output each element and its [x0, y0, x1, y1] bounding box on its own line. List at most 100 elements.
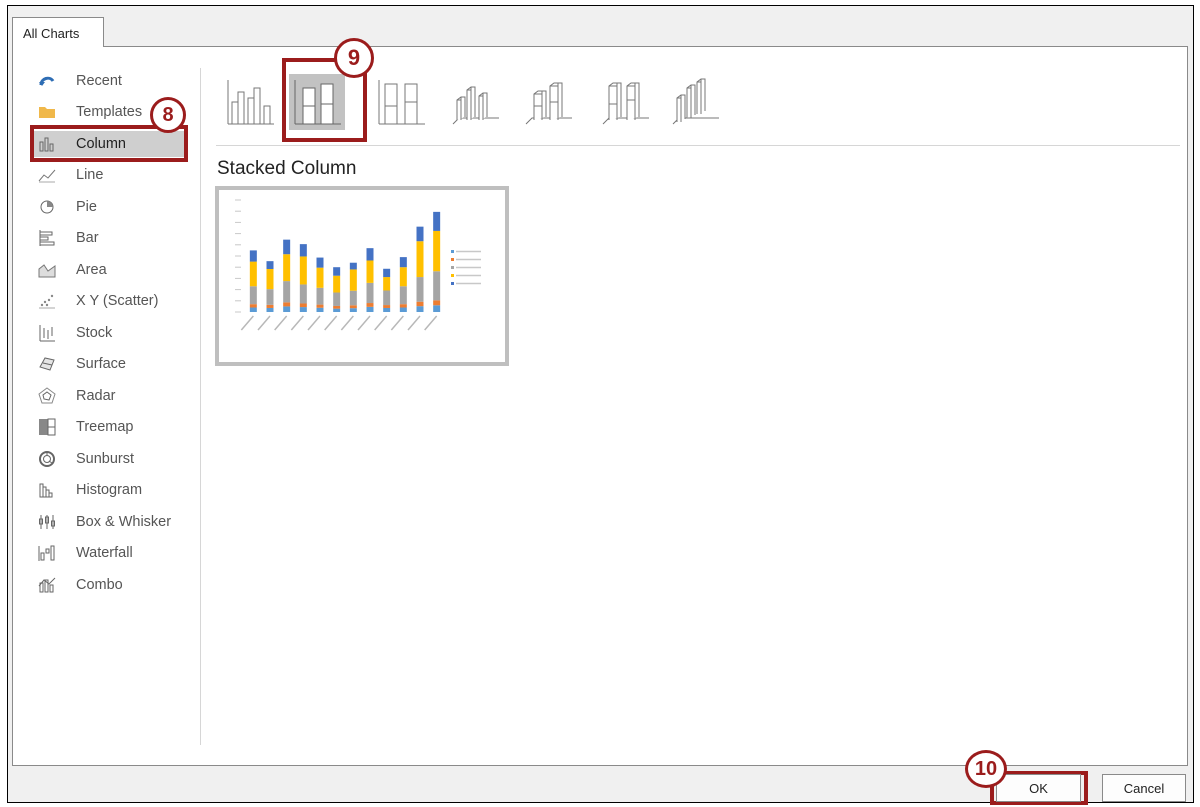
x-tick-label — [424, 315, 438, 331]
chart-preview[interactable] — [215, 186, 509, 366]
bar-segment — [349, 269, 357, 291]
subtype-3d-stacked-column[interactable] — [520, 74, 576, 130]
sidebar-item-bar[interactable]: Bar — [38, 225, 198, 251]
folder-icon — [38, 103, 56, 121]
subtype-3d-column[interactable] — [667, 74, 723, 130]
bar-segment — [399, 307, 407, 312]
sidebar-item-label: Line — [76, 167, 104, 183]
bar-segment — [383, 268, 391, 278]
sidebar-item-label: X Y (Scatter) — [76, 293, 159, 309]
sidebar-item-stock[interactable]: Stock — [38, 320, 198, 346]
sidebar-item-waterfall[interactable]: Waterfall — [38, 540, 198, 566]
sidebar-item-label: Surface — [76, 356, 126, 372]
bar-segment — [399, 286, 407, 305]
sidebar-item-histogram[interactable]: Histogram — [38, 477, 198, 503]
bar-segment — [416, 277, 424, 302]
bar-segment — [316, 257, 324, 268]
sidebar-item-label: Radar — [76, 388, 116, 404]
bar-segment — [283, 302, 291, 307]
bar-segment — [266, 261, 274, 269]
bar-segment — [383, 277, 391, 291]
sidebar-item-treemap[interactable]: Treemap — [38, 414, 198, 440]
legend-swatch — [451, 250, 454, 253]
bar-segment — [333, 275, 341, 293]
radar-chart-icon — [38, 387, 56, 405]
x-tick-label — [240, 315, 254, 331]
x-tick-label — [257, 315, 271, 331]
subtype-100-stacked-column[interactable] — [373, 74, 429, 130]
subtype-clustered-column[interactable] — [222, 74, 278, 130]
bar-segment — [399, 267, 407, 287]
bar-segment — [399, 257, 407, 268]
bar-segment — [383, 307, 391, 312]
x-tick-label — [290, 315, 304, 331]
sidebar-item-label: Waterfall — [76, 545, 133, 561]
3d-100-stacked-column-icon — [602, 82, 649, 125]
clustered-column-icon — [227, 80, 274, 125]
sidebar-item-surface[interactable]: Surface — [38, 351, 198, 377]
bar-segment — [333, 267, 341, 276]
bar-segment — [333, 305, 341, 309]
subtype-title: Stacked Column — [217, 158, 357, 179]
bar-segment — [249, 250, 257, 262]
bar-segment — [266, 289, 274, 305]
subtype-3d-100-stacked-column[interactable] — [597, 74, 653, 130]
sidebar-item-combo[interactable]: Combo — [38, 572, 198, 598]
waterfall-chart-icon — [38, 544, 56, 562]
bar-segment — [349, 262, 357, 270]
stock-chart-icon — [38, 324, 56, 342]
bar-segment — [333, 308, 341, 312]
callout-step-9: 9 — [334, 38, 374, 78]
cancel-button[interactable]: Cancel — [1102, 774, 1186, 802]
bar-segment — [433, 211, 441, 231]
sidebar-item-label: Recent — [76, 73, 122, 89]
bar-segment — [249, 261, 257, 287]
3d-column-icon — [672, 78, 719, 125]
line-chart-icon — [38, 166, 56, 184]
box-whisker-chart-icon — [38, 513, 56, 531]
ok-button[interactable]: OK — [996, 774, 1081, 802]
sidebar-item-label: Treemap — [76, 419, 134, 435]
bar-segment — [366, 282, 374, 304]
bar-segment — [283, 306, 291, 312]
sidebar-item-area[interactable]: Area — [38, 257, 198, 283]
legend-swatch — [451, 258, 454, 261]
bar-segment — [399, 304, 407, 308]
bar-segment — [349, 290, 357, 306]
bar-segment — [366, 248, 374, 261]
sidebar-item-line[interactable]: Line — [38, 162, 198, 188]
sidebar-item-recent[interactable]: Recent — [38, 68, 198, 94]
sidebar-item-pie[interactable]: Pie — [38, 194, 198, 220]
scatter-chart-icon — [38, 292, 56, 310]
callout-step-8: 8 — [150, 97, 186, 133]
bar-segment — [266, 268, 274, 290]
sidebar-item-label: Sunburst — [76, 451, 135, 467]
bar-segment — [299, 284, 307, 304]
sidebar-item-label: Bar — [76, 230, 99, 246]
sidebar-item-label: Histogram — [76, 482, 143, 498]
bar-segment — [349, 308, 357, 312]
sidebar-item-box-whisker[interactable]: Box & Whisker — [38, 509, 198, 535]
sidebar-item-label: Pie — [76, 199, 97, 215]
sidebar-item-radar[interactable]: Radar — [38, 383, 198, 409]
bar-segment — [299, 256, 307, 285]
x-tick-label — [324, 315, 338, 331]
surface-chart-icon — [38, 355, 56, 373]
bar-segment — [416, 241, 424, 278]
bar-segment — [316, 267, 324, 288]
sidebar-item-label: Box & Whisker — [76, 514, 172, 530]
bar-segment — [333, 292, 341, 306]
bar-segment — [299, 307, 307, 312]
bar-segment — [266, 304, 274, 308]
sidebar-item-scatter[interactable]: X Y (Scatter) — [38, 288, 198, 314]
3d-stacked-column-icon — [525, 82, 572, 125]
subtype-3d-clustered-column[interactable] — [447, 74, 503, 130]
sidebar-item-sunburst[interactable]: Sunburst — [38, 446, 198, 472]
tab-all-charts[interactable]: All Charts — [12, 17, 104, 47]
bar-segment — [266, 307, 274, 312]
pie-chart-icon — [38, 198, 56, 216]
bar-segment — [366, 260, 374, 283]
x-tick-label — [407, 315, 421, 331]
bar-segment — [249, 304, 257, 308]
bar-segment — [433, 230, 441, 272]
